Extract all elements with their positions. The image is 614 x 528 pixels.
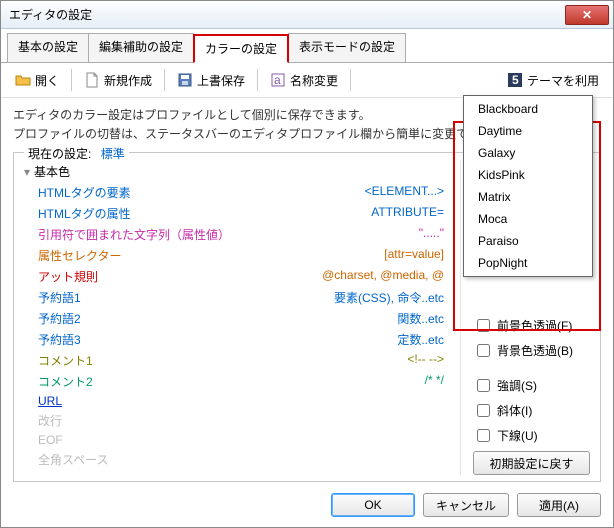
color-item-row[interactable]: コメント2 /* */ xyxy=(24,371,444,392)
theme-item-daytime[interactable]: Daytime xyxy=(464,120,592,142)
group-legend: 現在の設定: 標準 xyxy=(24,145,129,162)
theme-item-galaxy[interactable]: Galaxy xyxy=(464,142,592,164)
color-item-row[interactable]: EOF xyxy=(24,431,444,449)
window-title: エディタの設定 xyxy=(9,6,92,23)
bold-check[interactable]: 強調(S) xyxy=(473,376,590,395)
item-name: 改行 xyxy=(24,412,62,429)
item-name: HTMLタグの要素 xyxy=(24,184,131,201)
item-sample: 要素(CSS), 命令..etc xyxy=(334,289,444,306)
theme-item-paraiso[interactable]: Paraiso xyxy=(464,230,592,252)
color-item-row[interactable]: URL xyxy=(24,392,444,410)
color-list: ▾基本色 HTMLタグの要素 <ELEMENT...> HTMLタグの属性 ATTRI… xyxy=(24,161,460,475)
close-button[interactable]: ✕ xyxy=(565,5,609,25)
new-button[interactable]: 新規作成 xyxy=(78,70,158,91)
apply-button[interactable]: 適用(A) xyxy=(517,493,601,517)
save-icon xyxy=(177,72,193,88)
underline-check[interactable]: 下線(U) xyxy=(473,426,590,445)
theme-item-moca[interactable]: Moca xyxy=(464,208,592,230)
item-name: 属性セレクター xyxy=(24,247,122,264)
bg-transparent-check[interactable]: 背景色透過(B) xyxy=(473,341,590,360)
svg-text:5: 5 xyxy=(512,73,519,87)
item-name: URL xyxy=(24,394,62,408)
item-name: EOF xyxy=(24,433,63,447)
theme-item-popnight[interactable]: PopNight xyxy=(464,252,592,274)
separator xyxy=(257,69,258,91)
color-item-row[interactable]: 属性セレクター [attr=value] xyxy=(24,245,444,266)
color-item-row[interactable]: HTMLタグの要素 <ELEMENT...> xyxy=(24,182,444,203)
item-name: 予約語2 xyxy=(24,310,81,327)
color-item-row[interactable]: 引用符で囲まれた文字列（属性値） "....." xyxy=(24,224,444,245)
color-item-row[interactable]: 予約語1 要素(CSS), 命令..etc xyxy=(24,287,444,308)
titlebar: エディタの設定 ✕ xyxy=(1,1,613,29)
theme-dropdown: Blackboard Daytime Galaxy KidsPink Matri… xyxy=(463,95,593,277)
open-button[interactable]: 開く xyxy=(9,70,65,91)
item-name: コメント1 xyxy=(24,352,93,369)
use-theme-button[interactable]: 5 テーマを利用 xyxy=(503,70,605,91)
theme-item-kidspink[interactable]: KidsPink xyxy=(464,164,592,186)
color-item-row[interactable]: コメント1 <!-- --> xyxy=(24,350,444,371)
tab-color[interactable]: カラーの設定 xyxy=(193,34,289,63)
item-name: HTMLタグの属性 xyxy=(24,205,131,222)
color-item-row[interactable]: 予約語3 定数..etc xyxy=(24,329,444,350)
dialog-window: エディタの設定 ✕ 基本の設定 編集補助の設定 カラーの設定 表示モードの設定 … xyxy=(0,0,614,528)
tab-basic[interactable]: 基本の設定 xyxy=(7,33,89,62)
cancel-button[interactable]: キャンセル xyxy=(423,493,509,517)
item-sample: <ELEMENT...> xyxy=(365,184,444,201)
chevron-down-icon: ▾ xyxy=(24,165,34,179)
tab-display[interactable]: 表示モードの設定 xyxy=(288,33,406,62)
theme-icon: 5 xyxy=(507,72,523,88)
separator xyxy=(350,69,351,91)
file-icon xyxy=(84,72,100,88)
item-sample: <!-- --> xyxy=(407,352,444,369)
reset-button[interactable]: 初期設定に戻す xyxy=(473,451,590,475)
item-sample: /* */ xyxy=(425,373,444,390)
current-profile: 標準 xyxy=(101,147,125,161)
item-sample: @charset, @media, @ xyxy=(322,268,444,285)
separator xyxy=(164,69,165,91)
item-sample: [attr=value] xyxy=(384,247,444,264)
item-sample: "....." xyxy=(419,226,444,243)
color-item-row[interactable]: HTMLタグの属性 ATTRIBUTE= xyxy=(24,203,444,224)
svg-text:a: a xyxy=(274,73,281,87)
color-item-row[interactable]: 予約語2 関数..etc xyxy=(24,308,444,329)
item-name: アット規則 xyxy=(24,268,98,285)
folder-icon xyxy=(15,72,31,88)
item-sample: 関数..etc xyxy=(397,310,444,327)
tab-bar: 基本の設定 編集補助の設定 カラーの設定 表示モードの設定 xyxy=(1,29,613,63)
tab-assist[interactable]: 編集補助の設定 xyxy=(88,33,194,62)
fg-transparent-check[interactable]: 前景色透過(F) xyxy=(473,316,590,335)
save-button[interactable]: 上書保存 xyxy=(171,70,251,91)
item-name: 予約語3 xyxy=(24,331,81,348)
category-row[interactable]: ▾基本色 xyxy=(24,161,444,182)
theme-item-matrix[interactable]: Matrix xyxy=(464,186,592,208)
dialog-buttons: OK キャンセル 適用(A) xyxy=(331,493,601,517)
item-name: 引用符で囲まれた文字列（属性値） xyxy=(24,226,230,243)
separator xyxy=(71,69,72,91)
rename-button[interactable]: a 名称変更 xyxy=(264,70,344,91)
item-sample: 定数..etc xyxy=(397,331,444,348)
italic-check[interactable]: 斜体(I) xyxy=(473,401,590,420)
close-icon: ✕ xyxy=(582,8,592,22)
item-name: コメント2 xyxy=(24,373,93,390)
color-item-row[interactable]: 改行 xyxy=(24,410,444,431)
toolbar: 開く 新規作成 上書保存 a 名称変更 5 テーマを利用 xyxy=(1,63,613,98)
color-item-row[interactable]: アット規則 @charset, @media, @ xyxy=(24,266,444,287)
item-sample: ATTRIBUTE= xyxy=(371,205,444,222)
theme-item-blackboard[interactable]: Blackboard xyxy=(464,98,592,120)
rename-icon: a xyxy=(270,72,286,88)
item-name: 予約語1 xyxy=(24,289,81,306)
color-item-row[interactable]: 全角スペース xyxy=(24,449,444,470)
item-name: 全角スペース xyxy=(24,451,109,468)
ok-button[interactable]: OK xyxy=(331,493,415,517)
